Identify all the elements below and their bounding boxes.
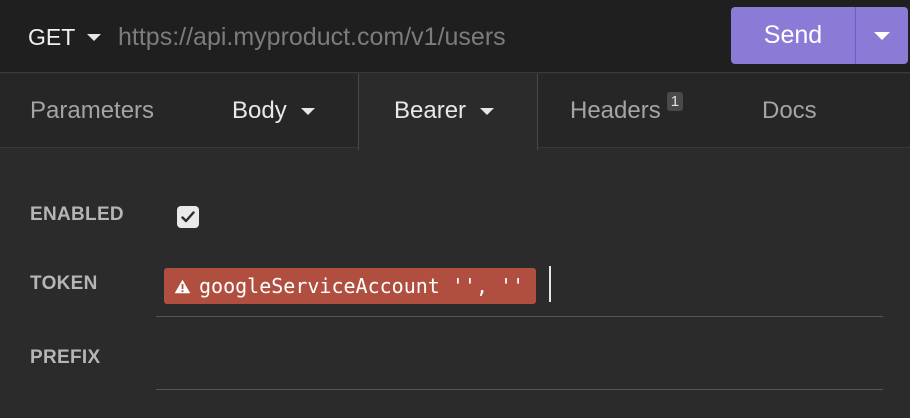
- url-input[interactable]: [118, 20, 708, 54]
- tab-bearer[interactable]: Bearer: [358, 74, 538, 150]
- header-count-badge: 1: [666, 91, 684, 111]
- tab-bearer-inner: Bearer: [394, 74, 495, 148]
- tab-label: Headers: [570, 97, 661, 124]
- chevron-down-icon: [87, 33, 102, 41]
- send-options-button[interactable]: [856, 7, 908, 64]
- send-button-group: Send: [731, 7, 908, 64]
- enabled-label: ENABLED: [30, 204, 124, 225]
- prefix-underline: [156, 389, 883, 390]
- tab-label: Body: [232, 97, 287, 124]
- tab-label: Parameters: [30, 97, 155, 124]
- tab-headers[interactable]: Headers 1: [570, 74, 684, 148]
- tab-label: Bearer: [394, 97, 467, 124]
- token-tag-text: googleServiceAccount '', '': [199, 274, 525, 298]
- tab-label: Docs: [762, 97, 817, 124]
- url-bar: GET Send: [0, 0, 910, 73]
- checkmark-icon: [181, 211, 195, 223]
- send-button[interactable]: Send: [731, 7, 855, 64]
- chevron-down-icon: [480, 107, 495, 115]
- prefix-input[interactable]: [156, 330, 883, 388]
- warning-icon: [174, 279, 191, 293]
- token-label: TOKEN: [30, 273, 98, 294]
- tab-body[interactable]: Body: [232, 74, 315, 148]
- chevron-down-icon: [300, 107, 315, 115]
- token-template-tag[interactable]: googleServiceAccount '', '': [164, 268, 537, 304]
- method-label: GET: [28, 23, 76, 50]
- enabled-checkbox[interactable]: [177, 206, 199, 228]
- token-input[interactable]: googleServiceAccount '', '': [156, 262, 883, 314]
- chevron-down-icon: [874, 31, 890, 40]
- tab-docs[interactable]: Docs: [762, 74, 817, 148]
- text-cursor: [549, 266, 551, 302]
- token-underline: [156, 316, 883, 317]
- method-dropdown[interactable]: GET: [28, 22, 102, 52]
- prefix-label: PREFIX: [30, 347, 101, 368]
- tab-parameters[interactable]: Parameters: [30, 74, 154, 148]
